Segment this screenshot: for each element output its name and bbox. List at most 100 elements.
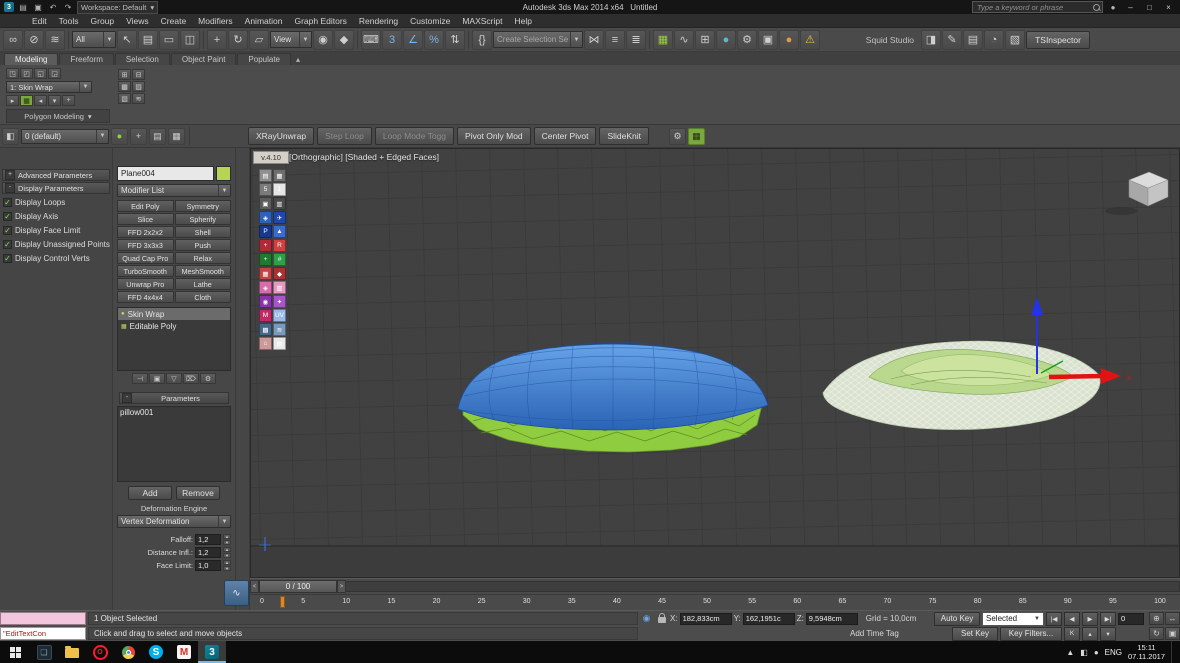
object-color-swatch[interactable] bbox=[216, 166, 231, 181]
orbit-icon[interactable]: ↻ bbox=[1149, 627, 1164, 640]
frame-spin-down[interactable]: ▾ bbox=[1100, 627, 1116, 641]
checkbox[interactable]: ✓ bbox=[3, 226, 12, 235]
object-name-field[interactable]: Plane004 bbox=[117, 166, 214, 181]
checkbox[interactable]: ✓ bbox=[3, 254, 12, 263]
squid-tool-b-icon[interactable]: ✎ bbox=[942, 30, 962, 50]
layer-box-icon[interactable]: ▦ bbox=[168, 128, 185, 145]
subobject-selection-dropdown[interactable]: 1: Skin Wrap▼ bbox=[6, 81, 92, 93]
time-slider-track[interactable] bbox=[346, 581, 1180, 592]
taskbar-app-3dsmax[interactable]: 3 bbox=[198, 641, 226, 663]
play-button[interactable]: ▶ bbox=[1082, 612, 1098, 626]
reference-coordinate-dropdown[interactable]: View▼ bbox=[270, 31, 312, 48]
render-production-icon[interactable]: ● bbox=[779, 30, 799, 50]
script-icon[interactable]: ◉ bbox=[259, 295, 272, 308]
menu-item[interactable]: Views bbox=[120, 14, 155, 27]
maximize-viewport-icon[interactable]: ▣ bbox=[1165, 627, 1180, 640]
script-icon[interactable]: ▤ bbox=[273, 337, 286, 350]
script-tool-button[interactable]: Pivot Only Mod bbox=[457, 127, 531, 145]
script-icon[interactable]: ▲ bbox=[273, 225, 286, 238]
add-button[interactable]: Add bbox=[128, 486, 172, 500]
squid-tool-c-icon[interactable]: ▤ bbox=[963, 30, 983, 50]
x-coordinate-field[interactable]: 182,833cm bbox=[680, 613, 732, 625]
tray-icon-2[interactable]: ● bbox=[1094, 648, 1099, 657]
menu-item[interactable]: Edit bbox=[26, 14, 53, 27]
script-icon[interactable]: UV bbox=[273, 309, 286, 322]
script-icon[interactable]: ≋ bbox=[273, 323, 286, 336]
set-key-button[interactable]: Set Key bbox=[952, 627, 998, 641]
new-layer-icon[interactable]: ● bbox=[111, 128, 128, 145]
modifier-button[interactable]: Symmetry bbox=[175, 200, 232, 212]
rollout-expand-icon[interactable]: - bbox=[122, 393, 132, 403]
zoom-icon[interactable]: ⊕ bbox=[1149, 612, 1164, 625]
rollout-expand-icon[interactable]: - bbox=[5, 183, 15, 193]
selection-lock-icon[interactable] bbox=[655, 612, 668, 625]
maximize-button[interactable]: □ bbox=[1142, 2, 1157, 13]
undo-icon[interactable]: ↶ bbox=[47, 2, 59, 13]
taskbar-app-taskview[interactable]: ❏ bbox=[30, 641, 58, 663]
script-icon[interactable]: ▥ bbox=[273, 281, 286, 294]
render-setup-icon[interactable]: ⚙ bbox=[737, 30, 757, 50]
app-logo-icon[interactable]: 3 bbox=[4, 2, 14, 12]
parameter-value-field[interactable]: 1,2 bbox=[195, 547, 221, 558]
taskbar-app-chrome[interactable] bbox=[114, 641, 142, 663]
rollout-header[interactable]: + Advanced Parameters bbox=[2, 169, 110, 181]
modifier-visibility-icon[interactable]: ● bbox=[121, 311, 125, 317]
bind-to-spacewarp-icon[interactable]: ≋ bbox=[45, 30, 65, 50]
modifier-button[interactable]: FFD 4x4x4 bbox=[117, 291, 174, 303]
parameter-value-field[interactable]: 1,2 bbox=[195, 534, 221, 545]
minimize-button[interactable]: – bbox=[1123, 2, 1138, 13]
checkbox[interactable]: ✓ bbox=[3, 212, 12, 221]
stack-tool-icon[interactable]: ⌦ bbox=[183, 373, 199, 384]
close-button[interactable]: × bbox=[1161, 2, 1176, 13]
mirror-icon[interactable]: ⋈ bbox=[584, 30, 604, 50]
modifier-button[interactable]: Quad Cap Pro bbox=[117, 252, 174, 264]
rollout-header[interactable]: - Display Parameters bbox=[2, 182, 110, 194]
material-editor-icon[interactable]: ● bbox=[716, 30, 736, 50]
squid-tool-d-icon[interactable]: ◔ bbox=[984, 30, 1004, 50]
modifier-button[interactable]: Relax bbox=[175, 252, 232, 264]
ribbon-mini-button[interactable]: ▾ bbox=[48, 95, 61, 106]
start-button[interactable] bbox=[0, 641, 30, 663]
ribbon-mini-button[interactable]: ▩ bbox=[118, 81, 131, 92]
ribbon-mini-button[interactable]: ▨ bbox=[132, 81, 145, 92]
tool-hammer-icon[interactable]: ⚙ bbox=[669, 128, 686, 145]
script-icon[interactable]: ▥ bbox=[273, 197, 286, 210]
previous-frame-button[interactable]: ◀ bbox=[1064, 612, 1080, 626]
auto-key-button[interactable]: Auto Key bbox=[934, 612, 980, 626]
panel-splitter[interactable] bbox=[236, 148, 250, 610]
menu-item[interactable]: MAXScript bbox=[456, 14, 508, 27]
schematic-view-icon[interactable]: ⊞ bbox=[695, 30, 715, 50]
modifier-button[interactable]: FFD 2x2x2 bbox=[117, 226, 174, 238]
add-time-tag[interactable]: Add Time Tag bbox=[850, 629, 899, 638]
ribbon-tab[interactable]: Populate bbox=[237, 53, 291, 65]
edit-named-selection-sets-icon[interactable]: {} bbox=[472, 30, 492, 50]
ribbon-mini-button[interactable]: ◂ bbox=[34, 95, 47, 106]
ribbon-mini-button[interactable]: ◳ bbox=[6, 68, 19, 79]
add-to-layer-icon[interactable]: + bbox=[130, 128, 147, 145]
script-icon[interactable]: ▩ bbox=[259, 323, 272, 336]
user-account-icon[interactable]: ● bbox=[1107, 2, 1119, 13]
modifier-button[interactable]: Cloth bbox=[175, 291, 232, 303]
modifier-button[interactable]: MeshSmooth bbox=[175, 265, 232, 277]
keyboard-override-icon[interactable]: ⌨ bbox=[361, 30, 381, 50]
language-indicator[interactable]: ENG bbox=[1105, 648, 1122, 657]
gizmo-x-axis[interactable] bbox=[1049, 376, 1103, 377]
ribbon-tab[interactable]: Modeling bbox=[4, 53, 58, 65]
spinner-arrows[interactable]: ▲▼ bbox=[223, 560, 231, 571]
parameter-value-field[interactable]: 1,0 bbox=[195, 560, 221, 571]
modifier-button[interactable]: Edit Poly bbox=[117, 200, 174, 212]
script-icon[interactable]: + bbox=[259, 239, 272, 252]
select-and-link-icon[interactable]: ∞ bbox=[3, 30, 23, 50]
taskbar-app-skype[interactable]: S bbox=[142, 641, 170, 663]
tsinspector-button[interactable]: TSInspector bbox=[1026, 31, 1090, 49]
layer-list-icon[interactable]: ▤ bbox=[149, 128, 166, 145]
modifier-button[interactable]: Spherify bbox=[175, 213, 232, 225]
next-frame-arrow[interactable]: > bbox=[337, 580, 346, 593]
modifier-button[interactable]: Push bbox=[175, 239, 232, 251]
checkbox[interactable]: ✓ bbox=[3, 198, 12, 207]
ribbon-tab[interactable]: Selection bbox=[115, 53, 170, 65]
ribbon-mini-button[interactable]: ◲ bbox=[48, 68, 61, 79]
remove-button[interactable]: Remove bbox=[176, 486, 220, 500]
go-to-end-button[interactable]: ▶| bbox=[1100, 612, 1116, 626]
key-filters-button[interactable]: Key Filters... bbox=[1000, 627, 1062, 641]
